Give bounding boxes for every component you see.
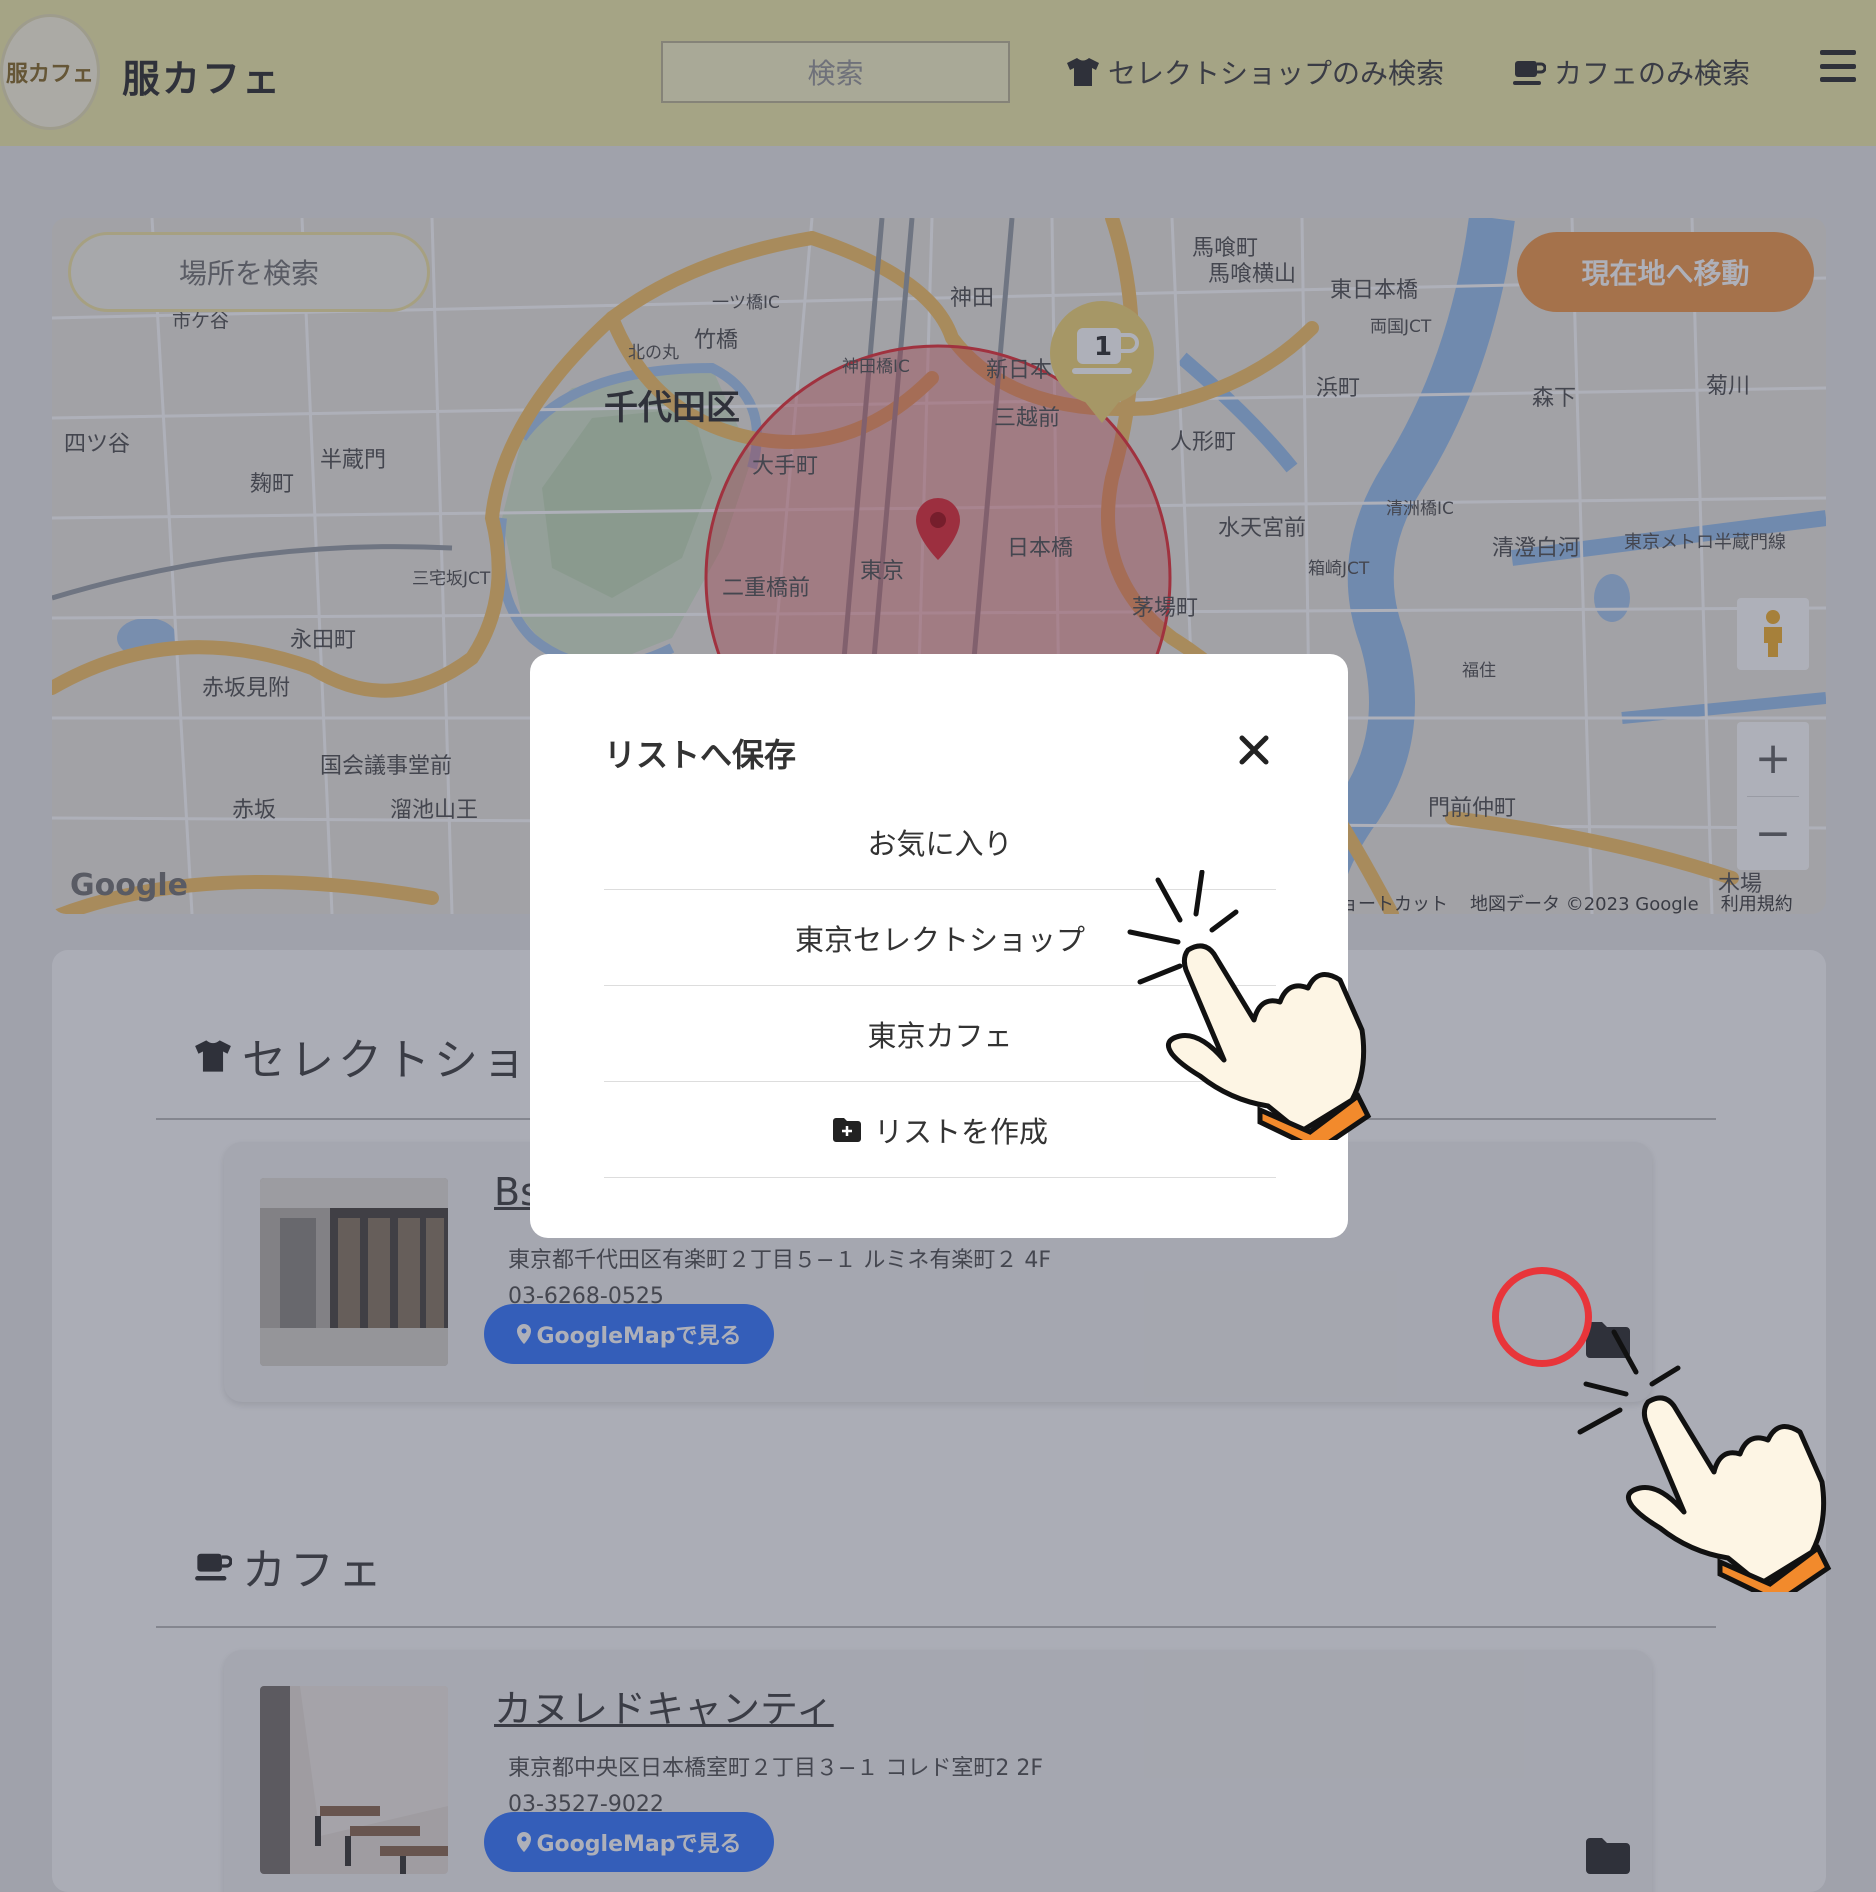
create-list-label: リストを作成 — [873, 1114, 1048, 1149]
close-icon[interactable] — [1236, 732, 1272, 768]
folder-plus-icon — [832, 1117, 861, 1142]
modal-title: リストへ保存 — [604, 736, 797, 774]
pointing-hand-icon — [1127, 870, 1372, 1140]
pointing-hand-icon — [1577, 1329, 1832, 1592]
